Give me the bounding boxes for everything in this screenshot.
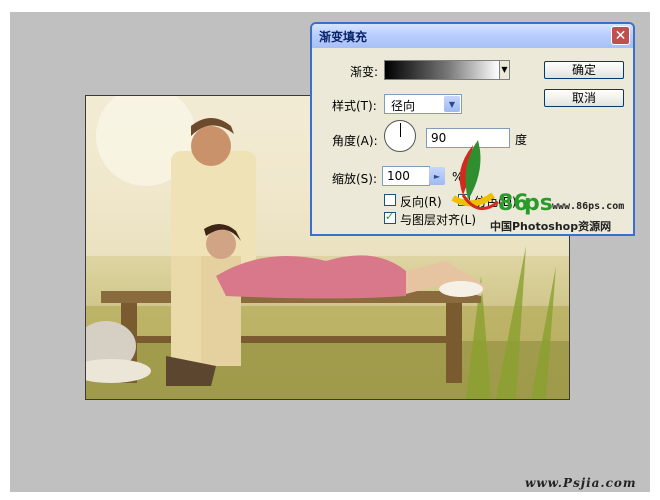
logo-url-text: www.86ps.com: [552, 201, 625, 212]
chevron-down-icon: ▼: [501, 65, 508, 74]
style-label: 样式(T):: [332, 99, 377, 113]
style-select-value: 径向: [391, 99, 416, 113]
close-button[interactable]: ✕: [611, 26, 630, 45]
scale-stepper[interactable]: ►: [429, 167, 445, 185]
scale-label: 缩放(S):: [332, 172, 378, 186]
dialog-titlebar[interactable]: 渐变填充 ✕: [312, 24, 633, 48]
gradient-label: 渐变:: [350, 65, 379, 79]
dialog-title: 渐变填充: [319, 30, 368, 44]
bottom-watermark: www.Psjia.com: [525, 476, 637, 490]
angle-dial[interactable]: [384, 120, 416, 152]
align-with-layer-checkbox[interactable]: [384, 210, 396, 224]
close-icon: ✕: [614, 27, 627, 44]
reverse-checkbox[interactable]: [384, 194, 396, 206]
logo-caption-text: 中国Photoshop资源网: [490, 220, 612, 233]
gradient-dropdown-arrow[interactable]: ▼: [500, 60, 510, 80]
reverse-label: 反向(R): [400, 195, 442, 209]
gradient-picker[interactable]: [384, 60, 500, 80]
svg-text:ps: ps: [524, 191, 553, 216]
cancel-button[interactable]: 取消: [544, 89, 624, 107]
angle-needle: [400, 123, 401, 137]
angle-label: 角度(A):: [332, 134, 378, 148]
chevron-right-icon: ►: [433, 171, 441, 181]
ok-button[interactable]: 确定: [544, 61, 624, 79]
style-select[interactable]: 径向 ▼: [384, 94, 462, 114]
chevron-down-icon: ▼: [444, 96, 460, 112]
scale-input[interactable]: 100: [382, 166, 430, 186]
86ps-logo-icon: 86 ps: [451, 140, 553, 216]
